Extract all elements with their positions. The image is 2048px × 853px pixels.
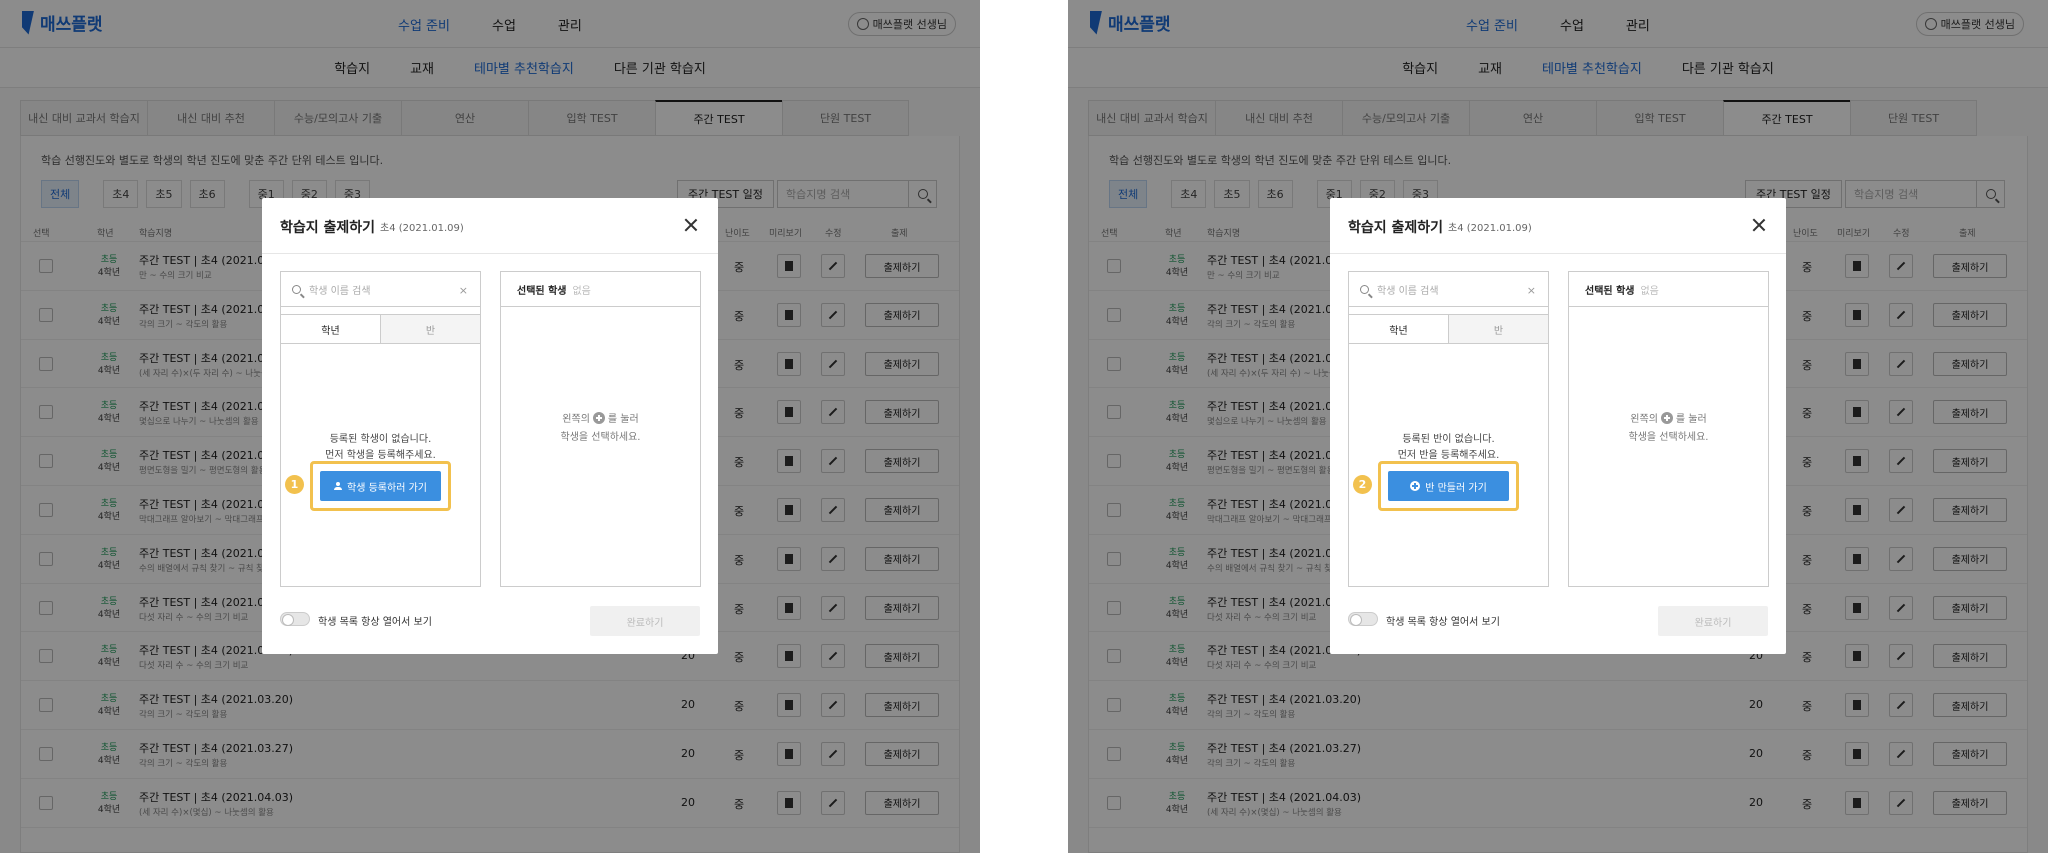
assign-modal: 학습지 출제하기 초4 (2021.01.09) 학생 이름 검색 × 학년 반… [262, 198, 718, 654]
clear-icon[interactable]: × [459, 284, 468, 297]
clear-icon[interactable]: × [1527, 284, 1536, 297]
selected-student-panel: 선택된 학생 없음 왼쪽의 를 눌러 학생을 선택하세요. [1568, 271, 1769, 587]
plus-circle-icon [592, 412, 605, 424]
register-student-button[interactable]: 학생 등록하러 가기 [320, 471, 441, 501]
select-hint: 왼쪽의 를 눌러 학생을 선택하세요. [1569, 411, 1768, 447]
hint-line-2: 학생을 선택하세요. [560, 432, 641, 443]
modal-header: 학습지 출제하기 초4 (2021.01.09) [1330, 198, 1786, 254]
step-badge: 1 [285, 475, 304, 494]
create-class-label: 반 만들러 가기 [1425, 482, 1487, 494]
selected-label: 선택된 학생 [517, 285, 567, 297]
seg-tab-grade[interactable]: 학년 [281, 315, 381, 343]
empty-message: 등록된 반이 없습니다. 먼저 반을 등록해주세요. [1349, 432, 1548, 464]
modal-subtitle: 초4 (2021.01.09) [380, 223, 464, 234]
segment-tabs: 학년 반 [281, 314, 480, 344]
student-search-placeholder: 학생 이름 검색 [1377, 285, 1439, 297]
search-icon [292, 285, 301, 294]
student-search-placeholder: 학생 이름 검색 [309, 285, 371, 297]
done-button[interactable]: 완료하기 [590, 606, 700, 636]
assign-modal: 학습지 출제하기 초4 (2021.01.09) 학생 이름 검색 × 학년 반… [1330, 198, 1786, 654]
student-search-input[interactable]: 학생 이름 검색 × [281, 272, 480, 307]
plus-circle-icon [1660, 412, 1673, 424]
toggle-label: 학생 목록 항상 열어서 보기 [1386, 617, 1500, 628]
person-icon [334, 482, 343, 490]
register-student-label: 학생 등록하러 가기 [347, 482, 427, 494]
selected-count: 없음 [1640, 285, 1659, 297]
segment-tabs: 학년 반 [1349, 314, 1548, 344]
toggle-label: 학생 목록 항상 열어서 보기 [318, 617, 432, 628]
seg-tab-class[interactable]: 반 [1449, 315, 1548, 343]
selected-header: 선택된 학생 없음 [501, 272, 700, 307]
close-icon[interactable] [684, 218, 698, 232]
create-class-button[interactable]: 반 만들러 가기 [1388, 471, 1509, 501]
stage: 매쓰플랫 수업 준비 수업 관리 매쓰플랫 선생님 학습지 교재 테마별 추천학… [0, 0, 2048, 853]
hint-post: 를 눌러 [607, 414, 639, 425]
hint-pre: 왼쪽의 [1630, 414, 1658, 425]
plus-circle-icon [1410, 481, 1421, 491]
selected-header: 선택된 학생 없음 [1569, 272, 1768, 307]
empty-line-1: 등록된 반이 없습니다. [1402, 434, 1495, 445]
empty-message: 등록된 학생이 없습니다. 먼저 학생을 등록해주세요. [281, 432, 480, 464]
close-icon[interactable] [1752, 218, 1766, 232]
student-list-panel: 학생 이름 검색 × 학년 반 등록된 학생이 없습니다. 먼저 학생을 등록해… [280, 271, 481, 587]
modal-title: 학습지 출제하기 [280, 220, 376, 236]
selected-student-panel: 선택된 학생 없음 왼쪽의 를 눌러 학생을 선택하세요. [500, 271, 701, 587]
seg-tab-grade[interactable]: 학년 [1349, 315, 1449, 343]
done-button[interactable]: 완료하기 [1658, 606, 1768, 636]
hint-post: 를 눌러 [1675, 414, 1707, 425]
always-open-toggle[interactable] [280, 612, 310, 626]
modal-subtitle: 초4 (2021.01.09) [1448, 223, 1532, 234]
always-open-toggle[interactable] [1348, 612, 1378, 626]
hint-line-2: 학생을 선택하세요. [1628, 432, 1709, 443]
student-list-panel: 학생 이름 검색 × 학년 반 등록된 반이 없습니다. 먼저 반을 등록해주세… [1348, 271, 1549, 587]
pane-student: 매쓰플랫 수업 준비 수업 관리 매쓰플랫 선생님 학습지 교재 테마별 추천학… [0, 0, 980, 853]
pane-class: 매쓰플랫 수업 준비 수업 관리 매쓰플랫 선생님 학습지 교재 테마별 추천학… [1068, 0, 2048, 853]
search-icon [1360, 285, 1369, 294]
hint-pre: 왼쪽의 [562, 414, 590, 425]
selected-label: 선택된 학생 [1585, 285, 1635, 297]
student-search-input[interactable]: 학생 이름 검색 × [1349, 272, 1548, 307]
modal-title: 학습지 출제하기 [1348, 220, 1444, 236]
step-badge: 2 [1353, 475, 1372, 494]
modal-header: 학습지 출제하기 초4 (2021.01.09) [262, 198, 718, 254]
select-hint: 왼쪽의 를 눌러 학생을 선택하세요. [501, 411, 700, 447]
selected-count: 없음 [572, 285, 591, 297]
empty-line-1: 등록된 학생이 없습니다. [329, 434, 432, 445]
seg-tab-class[interactable]: 반 [381, 315, 480, 343]
